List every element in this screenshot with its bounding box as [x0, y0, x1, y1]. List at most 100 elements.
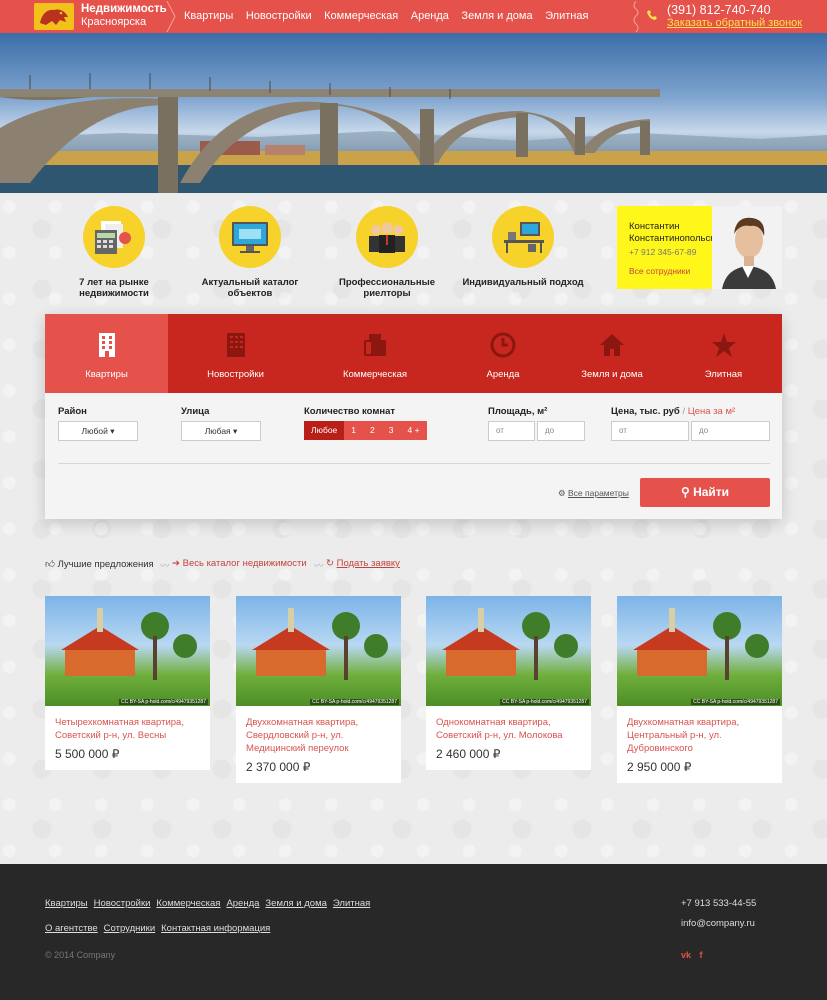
all-staff-link[interactable]: Все сотрудники — [629, 266, 690, 276]
agent-name: Константин Константинопольский — [629, 221, 725, 245]
nav-kvartiry[interactable]: Квартиры — [184, 10, 233, 22]
catalog-link[interactable]: ➔ Весь каталог недвижимости — [172, 558, 307, 569]
listing-title[interactable]: Однокомнатная квартира, Советский р-н, у… — [426, 706, 591, 742]
listing-title[interactable]: Двухкомнатная квартира, Центральный р-н,… — [617, 706, 782, 755]
rooms-2-button[interactable]: 2 — [363, 421, 382, 440]
listing-card[interactable]: CC BY-SA p-hold.com/c/49479351287 Двухко… — [617, 596, 782, 783]
brand-title: Недвижимость — [81, 3, 167, 15]
listing-title[interactable]: Двухкомнатная квартира, Свердловский р-н… — [236, 706, 401, 755]
bridge-illustration — [0, 73, 827, 193]
listing-card[interactable]: CC BY-SA p-hold.com/c/49479351287 Четыре… — [45, 596, 210, 770]
home-icon — [600, 334, 624, 356]
tab-label: Коммерческая — [342, 369, 407, 380]
price-per-m2-link[interactable]: Цена за м² — [688, 406, 735, 417]
street-select[interactable]: Любая ▾ — [181, 421, 261, 441]
tab-kommercheskaya[interactable]: Коммерческая — [303, 314, 447, 393]
footer-link-novostroyki[interactable]: Новостройки — [94, 898, 151, 909]
tab-arenda[interactable]: Аренда — [447, 314, 559, 393]
image-credit: CC BY-SA p-hold.com/c/49479351287 — [691, 699, 780, 705]
price-label-text: Цена, тыс. руб — [611, 406, 680, 417]
copyright: © 2014 Company — [45, 950, 116, 960]
agent-card[interactable]: Константин Константинопольский +7 912 34… — [617, 206, 782, 289]
desk-icon — [492, 206, 554, 268]
submit-request-label: Подать заявку — [336, 558, 400, 569]
agent-first-name: Константин — [629, 221, 680, 232]
footer-link-arenda[interactable]: Аренда — [226, 898, 259, 909]
header-phone[interactable]: (391) 812-740-740 — [667, 3, 771, 17]
listing-price: 2 950 000 ₽ — [627, 760, 692, 774]
skyscraper-icon — [226, 333, 245, 357]
price-to-input[interactable]: до — [691, 421, 770, 441]
footer-email[interactable]: info@company.ru — [681, 918, 755, 929]
tab-elitnaya[interactable]: Элитная — [665, 314, 782, 393]
rooms-any-button[interactable]: Любое — [304, 421, 345, 440]
image-credit: CC BY-SA p-hold.com/c/49479351287 — [500, 699, 589, 705]
people-icon — [356, 206, 418, 268]
district-label: Район — [58, 406, 87, 417]
vk-icon[interactable]: vk — [681, 950, 691, 960]
agent-photo — [712, 206, 782, 289]
callback-link[interactable]: Заказать обратный звонок — [667, 17, 802, 29]
rooms-4plus-button[interactable]: 4 + — [400, 421, 427, 440]
price-from-input[interactable]: от — [611, 421, 689, 441]
refresh-icon: ↻ — [326, 558, 334, 569]
listing-photo: CC BY-SA p-hold.com/c/49479351287 — [617, 596, 782, 706]
nav-zemlya[interactable]: Земля и дома — [461, 10, 532, 22]
hero-image-bridge — [0, 33, 827, 193]
best-offers-label: Лучшие предложения — [57, 559, 154, 570]
tab-label: Земля и дома — [581, 369, 643, 380]
footer-link-zemlya[interactable]: Земля и дома — [265, 898, 326, 909]
squiggle-divider-icon: 〰 — [160, 561, 170, 572]
rooms-3-button[interactable]: 3 — [381, 421, 401, 440]
area-label: Площадь, м² — [488, 406, 548, 417]
area-from-input[interactable]: от — [488, 421, 535, 441]
nav-kommercheskaya[interactable]: Коммерческая — [324, 10, 398, 22]
rooms-selector: Любое 1 2 3 4 + — [304, 421, 427, 440]
footer: Квартиры Новостройки Коммерческая Аренда… — [0, 864, 827, 1000]
listing-title[interactable]: Четырехкомнатная квартира, Советский р-н… — [45, 706, 210, 742]
footer-link-contacts[interactable]: Контактная информация — [161, 923, 270, 934]
listing-photo: CC BY-SA p-hold.com/c/49479351287 — [45, 596, 210, 706]
footer-link-staff[interactable]: Сотрудники — [104, 923, 155, 934]
tab-label: Аренда — [486, 369, 520, 380]
street-label: Улица — [181, 406, 210, 417]
footer-link-kommercheskaya[interactable]: Коммерческая — [156, 898, 220, 909]
arrow-right-icon: ➔ — [172, 558, 180, 569]
catalog-link-label: Весь каталог недвижимости — [182, 558, 307, 569]
area-to-input[interactable]: до — [537, 421, 585, 441]
footer-link-kvartiry[interactable]: Квартиры — [45, 898, 88, 909]
chevron-divider-icon — [166, 1, 176, 32]
find-button[interactable]: ⚲ Найти — [640, 478, 770, 507]
main-nav: Квартиры Новостройки Коммерческая Аренда… — [184, 10, 601, 22]
gear-icon: ⚙ — [558, 488, 566, 498]
image-credit: CC BY-SA p-hold.com/c/49479351287 — [310, 699, 399, 705]
lion-logo-icon[interactable] — [34, 3, 74, 30]
panel-divider — [58, 463, 770, 464]
listing-card[interactable]: CC BY-SA p-hold.com/c/49479351287 Одноко… — [426, 596, 591, 770]
all-params-link[interactable]: ⚙ Все параметры — [558, 488, 629, 499]
rooms-1-button[interactable]: 1 — [344, 421, 364, 440]
nav-novostroyki[interactable]: Новостройки — [246, 10, 312, 22]
nav-arenda[interactable]: Аренда — [411, 10, 449, 22]
tab-zemlya[interactable]: Земля и дома — [559, 314, 665, 393]
listing-price: 2 460 000 ₽ — [436, 747, 501, 761]
feature-label: 7 лет на рынке недвижимости — [79, 277, 149, 299]
footer-phone[interactable]: +7 913 533-44-55 — [681, 898, 756, 909]
submit-request-link[interactable]: ↻ Подать заявку — [326, 558, 400, 569]
nav-elitnaya[interactable]: Элитная — [545, 10, 588, 22]
phone-icon — [647, 10, 657, 20]
listing-card[interactable]: CC BY-SA p-hold.com/c/49479351287 Двухко… — [236, 596, 401, 783]
footer-nav-secondary: О агентстве Сотрудники Контактная информ… — [45, 923, 276, 934]
brand[interactable]: Недвижимость Красноярска — [81, 3, 167, 29]
search-icon: ⚲ — [680, 485, 690, 499]
footer-link-elitnaya[interactable]: Элитная — [333, 898, 370, 909]
agent-phone[interactable]: +7 912 345-67-89 — [629, 247, 696, 257]
footer-link-about[interactable]: О агентстве — [45, 923, 98, 934]
best-offers-heading: 👍︎ Лучшие предложения — [45, 558, 154, 570]
tab-kvartiry[interactable]: Квартиры — [45, 314, 168, 393]
tab-novostroyki[interactable]: Новостройки — [168, 314, 303, 393]
clock-icon — [490, 332, 516, 358]
district-select[interactable]: Любой ▾ — [58, 421, 138, 441]
facebook-icon[interactable]: f — [700, 950, 703, 960]
listing-photo: CC BY-SA p-hold.com/c/49479351287 — [236, 596, 401, 706]
